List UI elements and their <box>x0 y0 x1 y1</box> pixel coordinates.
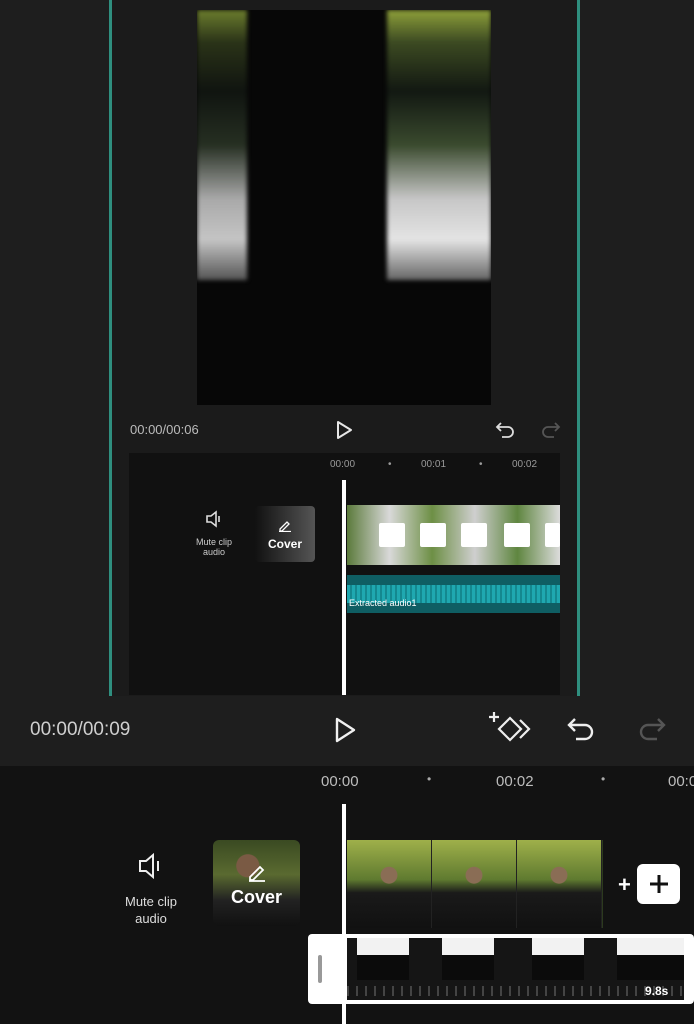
clip-thumbnail <box>532 938 584 980</box>
edit-icon <box>279 521 291 533</box>
inner-mute-label: Mute clip audio <box>195 537 232 557</box>
clip-thumbnail <box>617 938 684 980</box>
add-clip-button[interactable] <box>637 864 680 904</box>
outer-redo-button[interactable] <box>636 714 668 746</box>
outer-play-button[interactable] <box>330 714 360 746</box>
embedded-screen-border-right <box>577 0 580 696</box>
clip-thumbnail <box>357 938 409 980</box>
app-root: 00:00/00:06 00:00 • 00:01 • 00:02 Mute c… <box>0 0 694 1024</box>
inner-redo-button[interactable] <box>540 418 562 440</box>
inner-video-clip[interactable] <box>347 505 560 565</box>
inner-ruler-tick-1: 00:01 <box>421 459 447 470</box>
add-transition-plus[interactable]: + <box>618 872 631 898</box>
play-icon <box>335 717 356 743</box>
preview-blur-right <box>387 10 491 280</box>
inner-ruler-dot: • <box>388 459 392 470</box>
outer-ruler-dot: • <box>427 772 432 786</box>
clip-frame-marker <box>545 523 560 547</box>
inner-ruler-tick-0: 00:00 <box>330 459 356 470</box>
inner-cover-label: Cover <box>267 537 302 551</box>
add-keyframe-button[interactable] <box>488 710 532 748</box>
undo-icon <box>567 718 594 741</box>
clip-trim-handle-left[interactable] <box>318 955 322 983</box>
keyframe-add-icon <box>489 712 531 742</box>
inner-time-display: 00:00/00:06 <box>130 422 199 437</box>
outer-undo-button[interactable] <box>565 714 597 746</box>
clip-thumbnail <box>517 840 602 928</box>
clip-frame-marker <box>420 523 446 547</box>
outer-mute-label: Mute clip audio <box>124 894 178 926</box>
clip-frame-marker <box>504 523 530 547</box>
outer-playhead[interactable] <box>342 804 346 1024</box>
selected-clip-content <box>347 938 684 1000</box>
inner-cover-button[interactable]: Cover <box>255 506 315 562</box>
inner-audio-label: Extracted audio1 <box>349 598 417 608</box>
clip-audio-waveform <box>347 986 684 996</box>
inner-mute-clip-audio-button[interactable]: Mute clip audio <box>193 510 235 557</box>
play-icon <box>337 421 352 439</box>
clip-thumbnail <box>442 938 494 980</box>
clip-frame-marker <box>461 523 487 547</box>
inner-video-preview <box>197 10 491 405</box>
speaker-icon <box>139 852 159 880</box>
outer-cover-button[interactable]: Cover <box>213 840 300 926</box>
clip-duration: 9.8s <box>645 984 669 998</box>
inner-ruler-tick-2: 00:02 <box>512 459 538 470</box>
outer-mute-clip-audio-button[interactable]: Mute clip audio <box>118 852 184 927</box>
clip-thumbnail <box>347 840 432 928</box>
inner-undo-button[interactable] <box>494 418 516 440</box>
embedded-screen-border-left <box>109 0 112 696</box>
speaker-icon <box>206 510 220 528</box>
preview-blur-left <box>197 10 247 280</box>
redo-icon <box>542 422 561 438</box>
inner-ruler-dot: • <box>479 459 483 470</box>
edit-icon <box>248 865 265 882</box>
clip-frame-marker <box>379 523 405 547</box>
inner-play-button[interactable] <box>332 418 356 442</box>
outer-ruler-tick-0: 00:00 <box>321 773 359 790</box>
outer-video-clip[interactable] <box>347 840 603 928</box>
undo-icon <box>495 422 514 438</box>
plus-icon <box>649 875 668 893</box>
redo-icon <box>639 718 666 741</box>
clip-thumbnail <box>432 840 517 928</box>
outer-time-display: 00:00/00:09 <box>30 719 131 740</box>
outer-ruler-tick-1: 00:02 <box>496 773 534 790</box>
outer-ruler-tick-2: 00:0 <box>668 773 694 790</box>
outer-ruler-dot: • <box>601 772 606 786</box>
outer-cover-label: Cover <box>230 887 283 907</box>
inner-playhead[interactable] <box>342 480 346 695</box>
